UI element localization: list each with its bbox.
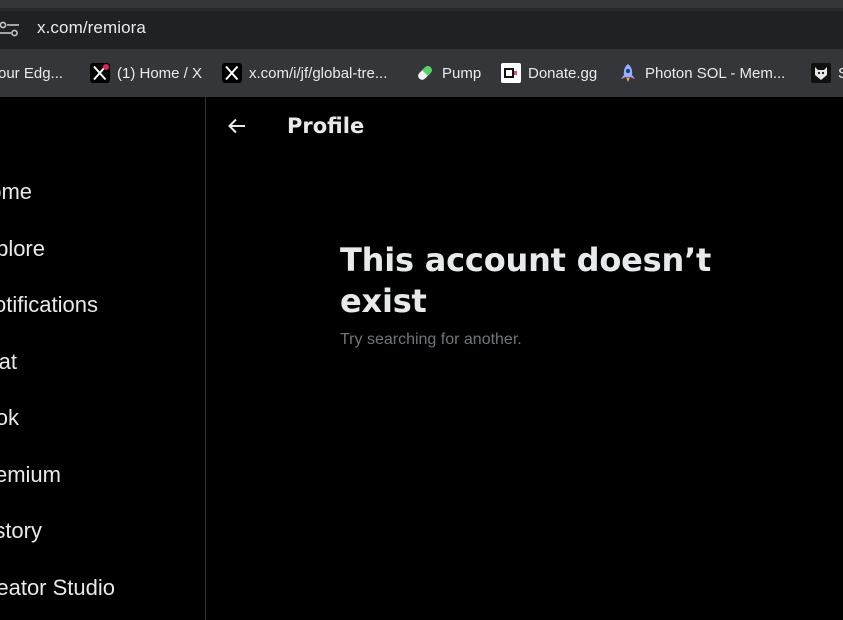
address-bar: x.com/remiora [0,8,843,49]
x-logo-icon [90,63,110,83]
page-title: Profile [287,114,365,138]
sidebar-item-label: plore [0,236,45,261]
bookmark-pump[interactable]: Pump [415,62,481,84]
sidebar-item-history[interactable]: story [0,511,42,551]
sidebar-item-label: otifications [0,292,98,317]
bookmark-label: Photon SOL - Mem... [645,64,786,82]
sidebar-item-explore[interactable]: plore [0,229,45,269]
sidebar-item-home[interactable]: ome [0,172,32,212]
bookmarks-bar: our Edg... (1) Home / X x.com/i/jf/globa… [0,49,843,97]
url-text[interactable]: x.com/remiora [37,18,146,38]
sidebar-item-label: ome [0,179,32,204]
sidebar-item-grok[interactable]: ok [0,398,19,438]
bookmark-label: Pump [442,64,482,82]
rocket-icon [618,63,638,83]
sidebar-item-label: hat [0,349,17,374]
back-arrow-icon [227,116,247,140]
sidebar-nav: ome plore otifications hat ok emium stor… [0,97,205,620]
profile-header: Profile [206,97,843,159]
pill-icon [415,63,435,83]
bookmark-label: (1) Home / X [117,64,203,82]
sidebar-item-label: ok [0,405,19,430]
sidebar-item-label: emium [0,462,61,487]
wolf-icon [811,63,831,83]
sidebar-item-chat[interactable]: hat [0,342,17,382]
bookmark-photon[interactable]: Photon SOL - Mem... [618,62,785,84]
bookmark-label: S [838,65,843,82]
empty-state-subtitle: Try searching for another. [340,331,522,348]
sidebar-item-creator-studio[interactable]: eator Studio [0,568,115,608]
bookmark-global-trends[interactable]: x.com/i/jf/global-tre... [222,62,387,84]
x-logo-icon [222,63,242,83]
bookmark-home-x[interactable]: (1) Home / X [90,62,202,84]
bookmark-label: Donate.gg [528,64,598,82]
bookmark-donate[interactable]: Donate.gg [501,62,597,84]
sidebar-item-label: story [0,518,42,543]
bookmark-wolf[interactable]: S [811,62,843,84]
bookmark-label: x.com/i/jf/global-tre... [249,64,388,82]
back-button[interactable] [220,111,254,145]
sidebar-item-label: eator Studio [0,575,115,600]
bookmark-label: our Edg... [0,64,64,82]
browser-top-strip [0,0,843,8]
bookmark-edge[interactable]: our Edg... [0,62,63,84]
empty-state-title: This account doesn’t exist [340,241,712,320]
sidebar-item-notifications[interactable]: otifications [0,285,98,325]
column-divider [205,97,206,620]
donate-icon [501,63,521,83]
site-settings-icon[interactable] [0,20,20,38]
sidebar-item-premium[interactable]: emium [0,455,61,495]
